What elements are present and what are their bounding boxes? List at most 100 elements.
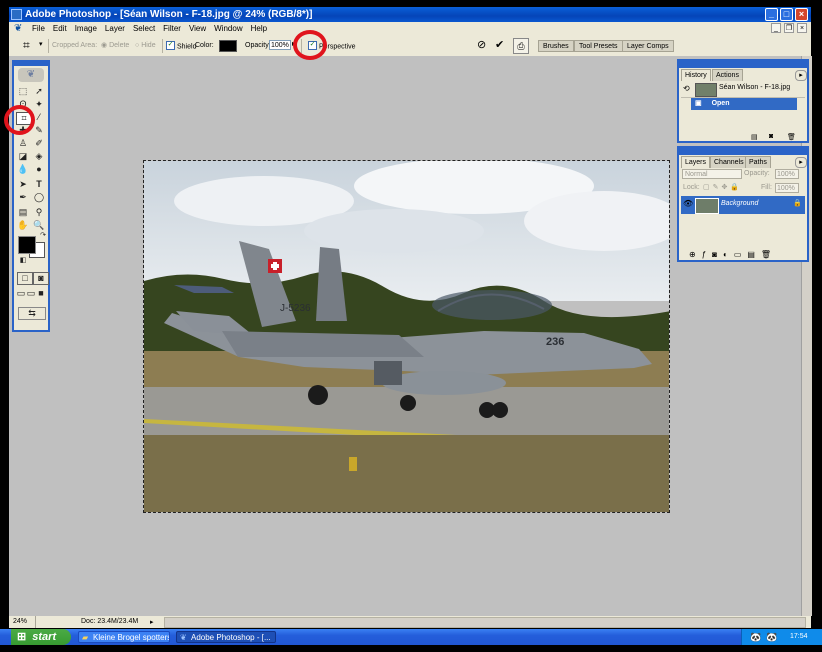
doc-restore-button[interactable]: ❐ <box>784 23 794 33</box>
doc-size: Doc: 23.4M/23.4M <box>81 618 139 625</box>
blend-mode-select[interactable]: Normal <box>682 169 742 179</box>
tab-actions[interactable]: Actions <box>712 69 743 81</box>
menu-layer[interactable]: Layer <box>101 22 129 36</box>
close-button[interactable]: × <box>795 8 808 21</box>
shield-checkbox[interactable]: ✓ Shield <box>166 41 196 51</box>
clone-stamp-tool-icon[interactable]: ♙ <box>16 138 30 149</box>
taskbar-item-photoshop[interactable]: ❦ Adobe Photoshop - [... <box>176 631 276 643</box>
document-canvas[interactable]: J-5236 236 <box>143 160 670 513</box>
layers-palette-titlebar[interactable] <box>679 148 807 155</box>
cancel-icon[interactable]: ⊘ <box>477 39 486 51</box>
lock-label: Lock: <box>683 184 700 191</box>
menu-help[interactable]: Help <box>247 22 271 36</box>
tab-layers[interactable]: Layers <box>681 156 711 168</box>
hide-label: Hide <box>141 42 156 49</box>
eraser-tool-icon[interactable]: ◪ <box>16 151 30 162</box>
opacity-field[interactable]: 100% <box>269 40 291 50</box>
menu-file[interactable]: File <box>28 22 49 36</box>
tab-paths[interactable]: Paths <box>745 156 771 168</box>
path-selection-tool-icon[interactable]: ➤ <box>16 179 30 190</box>
notes-tool-icon[interactable]: ▤ <box>16 207 30 218</box>
delete-radio[interactable]: ◉ Delete <box>101 42 129 50</box>
menu-edit[interactable]: Edit <box>49 22 71 36</box>
taskbar: ⊞ start ▰ Kleine Brogel spotters... ❦ Ad… <box>0 629 822 645</box>
swap-colors-icon[interactable]: ↷ <box>36 230 50 241</box>
color-label: Color: <box>195 42 214 49</box>
delete-state-icon[interactable]: 🗑 <box>787 133 796 141</box>
tab-history[interactable]: History <box>681 69 711 81</box>
feather-logo-icon[interactable]: ❦ <box>18 68 44 82</box>
dodge-tool-icon[interactable]: ● <box>32 164 46 175</box>
history-state-open[interactable]: ▣ Open <box>691 98 797 110</box>
file-browser-icon[interactable]: ⎙ <box>513 38 529 54</box>
lock-icons[interactable]: ▢✎✥🔒 <box>703 183 742 191</box>
history-brush-tool-icon[interactable]: ✐ <box>32 138 46 149</box>
checkmark-icon[interactable]: ✔ <box>495 39 504 51</box>
layers-bottom-icons[interactable]: ⊕ƒ◙◐▭▤🗑 <box>689 250 777 259</box>
maximize-button[interactable]: □ <box>780 8 793 21</box>
blur-tool-icon[interactable]: 💧 <box>16 164 30 175</box>
standard-mode-icon[interactable]: □ <box>17 272 33 285</box>
doc-minimize-button[interactable]: _ <box>771 23 781 33</box>
jump-to-imageready-icon[interactable]: ⇆ <box>18 307 46 320</box>
palette-well-layer-comps[interactable]: Layer Comps <box>622 40 674 52</box>
pen-tool-icon[interactable]: ✒ <box>16 192 30 203</box>
preset-dropdown-arrow-icon[interactable]: ▾ <box>39 41 43 49</box>
status-menu-arrow-icon[interactable]: ▸ <box>150 617 154 629</box>
taskbar-item-photoshop-label: Adobe Photoshop - [... <box>191 633 271 642</box>
history-palette: History Actions ▸ ⟲ Séan Wilson - F-18.j… <box>677 59 809 143</box>
menu-filter[interactable]: Filter <box>159 22 185 36</box>
tools-title-bar[interactable] <box>14 62 48 66</box>
fill-field[interactable]: 100% <box>775 183 799 193</box>
history-state-label: Open <box>711 100 730 107</box>
photoshop-feather-icon[interactable]: ❦ <box>14 23 25 34</box>
minimize-button[interactable]: _ <box>765 8 778 21</box>
palette-well-tool-presets[interactable]: Tool Presets <box>574 40 623 52</box>
marquee-tool-icon[interactable]: ⬚ <box>16 86 30 97</box>
shape-tool-icon[interactable]: ◯ <box>32 192 46 203</box>
paint-bucket-tool-icon[interactable]: ◈ <box>32 151 46 162</box>
delete-label: Delete <box>109 42 130 49</box>
history-state-icon: ▣ <box>695 100 702 107</box>
start-button[interactable]: ⊞ start <box>11 629 71 645</box>
menu-image[interactable]: Image <box>71 22 101 36</box>
screen-mode-full-icon[interactable]: ■ <box>36 288 46 299</box>
shield-color-swatch[interactable] <box>219 40 237 52</box>
menu-view[interactable]: View <box>185 22 210 36</box>
layer-row-background[interactable]: 👁 Background 🔒 <box>681 196 805 214</box>
screen-mode-full-menu-icon[interactable]: ▭ <box>26 288 36 299</box>
foreground-color-swatch[interactable] <box>18 236 36 254</box>
layers-menu-icon[interactable]: ▸ <box>795 157 807 168</box>
screen-mode-standard-icon[interactable]: ▭ <box>16 288 26 299</box>
crop-tool-preset-icon[interactable]: ⌗ <box>23 39 30 51</box>
doc-close-button[interactable]: × <box>797 23 807 33</box>
tray-icon-2[interactable]: 🐼 <box>766 629 777 645</box>
folder-icon: ▰ <box>82 633 89 642</box>
type-tool-icon[interactable]: T <box>32 179 46 190</box>
eye-icon[interactable]: 👁 <box>683 199 693 208</box>
layer-opacity-field[interactable]: 100% <box>775 169 799 179</box>
taskbar-item-folder[interactable]: ▰ Kleine Brogel spotters... <box>78 631 170 643</box>
new-document-from-state-icon[interactable]: ▤ <box>751 133 758 141</box>
palette-well-brushes[interactable]: Brushes <box>538 40 574 52</box>
menu-select[interactable]: Select <box>129 22 159 36</box>
hand-tool-icon[interactable]: ✋ <box>16 220 30 231</box>
history-menu-icon[interactable]: ▸ <box>795 70 807 81</box>
tray-icon-1[interactable]: 🐼 <box>750 629 761 645</box>
horizontal-scrollbar[interactable] <box>164 617 806 628</box>
brush-tool-icon[interactable]: ✎ <box>32 125 46 136</box>
quick-mask-mode-icon[interactable]: ◙ <box>33 272 49 285</box>
hide-radio[interactable]: ○ Hide <box>135 42 156 50</box>
menu-window[interactable]: Window <box>210 22 246 36</box>
move-tool-icon[interactable]: ➚ <box>32 86 46 97</box>
taskbar-item-folder-label: Kleine Brogel spotters... <box>93 633 170 642</box>
default-colors-icon[interactable]: ◧ <box>16 255 30 266</box>
history-palette-titlebar[interactable] <box>679 61 807 68</box>
eyedropper-tool-icon[interactable]: ⚲ <box>32 207 46 218</box>
magic-wand-tool-icon[interactable]: ✦ <box>32 99 46 110</box>
aircraft-code: J-5236 <box>280 303 311 314</box>
history-snapshot-row[interactable]: ⟲ Séan Wilson - F-18.jpg <box>681 81 805 98</box>
tab-channels[interactable]: Channels <box>710 156 748 168</box>
new-snapshot-icon[interactable]: ◙ <box>769 133 773 140</box>
zoom-level[interactable]: 24% <box>13 616 27 628</box>
